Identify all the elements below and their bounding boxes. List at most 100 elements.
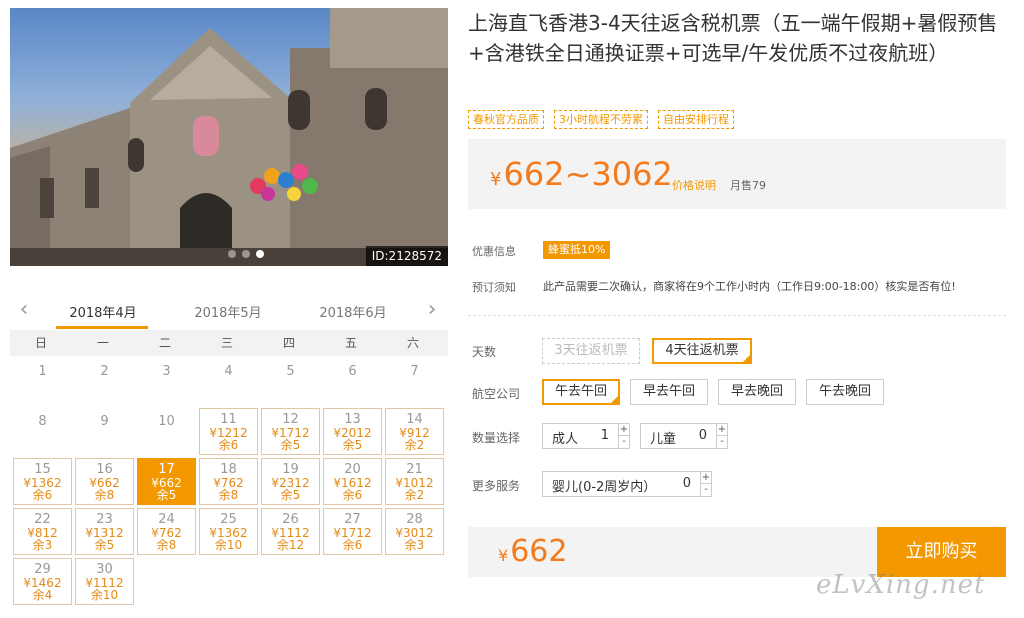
adult-quantity-value[interactable]: 1: [595, 428, 609, 443]
calendar-day-selected[interactable]: 17 ¥662 余5: [137, 458, 196, 505]
tab-month-april[interactable]: 2018年4月: [58, 302, 148, 321]
child-plus-button[interactable]: +: [717, 424, 727, 436]
calendar-day: 1: [13, 358, 72, 405]
calendar-day[interactable]: 16 ¥662 余8: [75, 458, 134, 505]
calendar-day[interactable]: 12 ¥1712 余5: [261, 408, 320, 455]
calendar-day-number: 28: [406, 512, 423, 527]
calendar-day-number: 27: [344, 512, 361, 527]
calendar-day[interactable]: 15 ¥1362 余6: [13, 458, 72, 505]
price-box: ¥662~3062 价格说明 月售79: [468, 139, 1006, 209]
active-month-indicator: [56, 326, 148, 329]
calendar-day[interactable]: 18 ¥762 余8: [199, 458, 258, 505]
chevron-right-icon[interactable]: ›: [422, 296, 442, 324]
calendar-day[interactable]: 23 ¥1312 余5: [75, 508, 134, 555]
calendar-day-number: 7: [410, 364, 419, 379]
carousel-dot-active[interactable]: [256, 250, 264, 258]
option-noon-go-noon-back[interactable]: 午去午回: [542, 379, 620, 405]
calendar-day: 4: [199, 358, 258, 405]
calendar-day[interactable]: 11 ¥1212 余6: [199, 408, 258, 455]
days-label: 天数: [472, 345, 497, 359]
calendar-day[interactable]: 30 ¥1112 余10: [75, 558, 134, 605]
price-info-link[interactable]: 价格说明: [672, 177, 716, 193]
child-quantity-value[interactable]: 0: [693, 428, 707, 443]
weekday-label: 二: [158, 336, 171, 350]
child-minus-button[interactable]: -: [717, 436, 727, 448]
adult-label: 成人: [552, 432, 579, 447]
infant-label: 婴儿(0-2周岁内）: [552, 480, 657, 495]
weekday-label: 四: [282, 336, 295, 350]
child-label: 儿童: [650, 432, 677, 447]
discount-badge: 蜂蜜抵10%: [543, 241, 611, 259]
calendar-day-remaining: 余10: [90, 588, 119, 602]
calendar-day-number: 4: [224, 364, 233, 379]
child-quantity-stepper[interactable]: 儿童 0 + -: [640, 423, 728, 449]
calendar-day[interactable]: 28 ¥3012 余3: [385, 508, 444, 555]
calendar-day-number: 20: [344, 462, 361, 477]
option-noon-go-evening-back[interactable]: 午去晚回: [806, 379, 884, 405]
calendar-day-remaining: 余5: [156, 488, 177, 502]
option-morning-go-evening-back[interactable]: 早去晚回: [718, 379, 796, 405]
carousel-dot[interactable]: [228, 250, 236, 258]
chevron-left-icon[interactable]: ‹: [14, 296, 34, 324]
infant-plus-button[interactable]: +: [701, 472, 711, 484]
calendar-day[interactable]: 29 ¥1462 余4: [13, 558, 72, 605]
adult-stepper-buttons: + -: [618, 423, 630, 449]
calendar-day[interactable]: 20 ¥1612 余6: [323, 458, 382, 505]
calendar-day[interactable]: 22 ¥812 余3: [13, 508, 72, 555]
product-tag: 自由安排行程: [658, 110, 734, 129]
weekday-label: 三: [220, 336, 233, 350]
child-stepper-buttons: + -: [716, 423, 728, 449]
option-4day-ticket[interactable]: 4天往返机票: [652, 338, 752, 364]
product-tag: 3小时航程不劳累: [554, 110, 648, 129]
calendar-day-number: 1: [38, 364, 47, 379]
tab-month-june[interactable]: 2018年6月: [308, 302, 398, 321]
calendar-day-number: 24: [158, 512, 175, 527]
infant-minus-button[interactable]: -: [701, 484, 711, 496]
calendar-day-number: 3: [162, 364, 171, 379]
calendar-day[interactable]: 14 ¥912 余2: [385, 408, 444, 455]
calendar-day-number: 11: [220, 412, 237, 427]
carousel-dots[interactable]: [228, 250, 264, 258]
option-morning-go-noon-back[interactable]: 早去午回: [630, 379, 708, 405]
calendar-day: 7: [385, 358, 444, 405]
product-tags: 春秋官方品质 3小时航程不劳累 自由安排行程: [468, 110, 734, 129]
adult-plus-button[interactable]: +: [619, 424, 629, 436]
carousel-dot[interactable]: [242, 250, 250, 258]
product-photo[interactable]: ID:2128572: [10, 8, 448, 266]
calendar-day[interactable]: 26 ¥1112 余12: [261, 508, 320, 555]
calendar-day-number: 15: [34, 462, 51, 477]
calendar-day-remaining: 余3: [32, 538, 53, 552]
total-price-value: 662: [510, 534, 568, 569]
calendar-day-remaining: 余8: [94, 488, 115, 502]
calendar-day[interactable]: 19 ¥2312 余5: [261, 458, 320, 505]
calendar-grid: 1 2 3 4 5 6 7 8 9 10 11 ¥1212 余6 12 ¥1712 余5 13 ¥2012 余5 14…: [13, 358, 445, 605]
adult-minus-button[interactable]: -: [619, 436, 629, 448]
weekday-label: 日: [34, 336, 47, 350]
infant-quantity-value[interactable]: 0: [677, 476, 691, 491]
calendar-day-remaining: 余5: [280, 438, 301, 452]
calendar-day: 6: [323, 358, 382, 405]
calendar-day-number: 14: [406, 412, 423, 427]
calendar-day-remaining: 余6: [218, 438, 239, 452]
adult-quantity-stepper[interactable]: 成人 1 + -: [542, 423, 630, 449]
calendar-day: 3: [137, 358, 196, 405]
calendar-day-remaining: 余5: [342, 438, 363, 452]
divider: [468, 315, 1006, 316]
calendar-day[interactable]: 13 ¥2012 余5: [323, 408, 382, 455]
calendar-day-number: 2: [100, 364, 109, 379]
calendar-day[interactable]: 25 ¥1362 余10: [199, 508, 258, 555]
weekday-label: 五: [344, 336, 357, 350]
calendar-day-number: 16: [96, 462, 113, 477]
calendar-day-number: 5: [286, 364, 295, 379]
option-3day-ticket[interactable]: 3天往返机票: [542, 338, 640, 364]
infant-stepper-buttons: + -: [700, 471, 712, 497]
infant-quantity-stepper[interactable]: 婴儿(0-2周岁内） 0 + -: [542, 471, 712, 497]
tab-month-may[interactable]: 2018年5月: [183, 302, 273, 321]
calendar-day[interactable]: 21 ¥1012 余2: [385, 458, 444, 505]
calendar-day[interactable]: 27 ¥1712 余6: [323, 508, 382, 555]
calendar-day-remaining: 余8: [156, 538, 177, 552]
quantity-label: 数量选择: [472, 431, 521, 445]
calendar-day[interactable]: 24 ¥762 余8: [137, 508, 196, 555]
discount-label: 优惠信息: [472, 245, 516, 258]
calendar-day-number: 22: [34, 512, 51, 527]
